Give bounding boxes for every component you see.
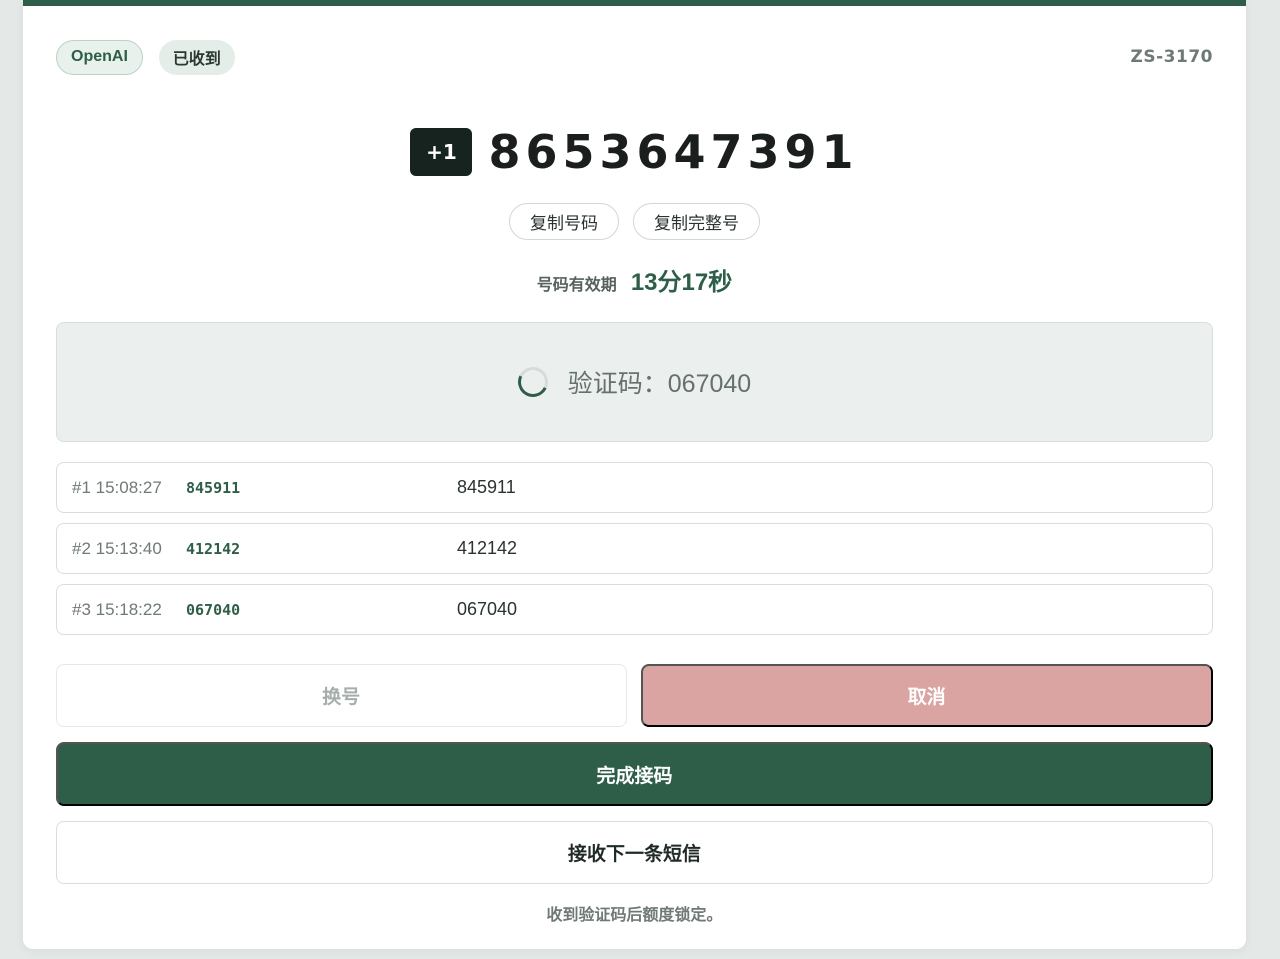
secondary-actions: 换号 取消 bbox=[56, 664, 1213, 727]
sms-meta: #2 15:13:40 bbox=[72, 538, 162, 558]
list-item: #3 15:18:22 067040 067040 bbox=[56, 584, 1213, 635]
sms-body: 845911 bbox=[457, 477, 516, 497]
phone-number: 8653647391 bbox=[488, 125, 859, 179]
activation-card: OpenAI 已收到 ZS-3170 +1 8653647391 复制号码 复制… bbox=[23, 0, 1246, 949]
cancel-button[interactable]: 取消 bbox=[640, 664, 1213, 727]
loading-spinner-icon bbox=[513, 362, 553, 402]
receive-next-sms-button[interactable]: 接收下一条短信 bbox=[56, 821, 1213, 884]
validity-label: 号码有效期 bbox=[536, 277, 617, 294]
complete-button[interactable]: 完成接码 bbox=[56, 742, 1213, 806]
sms-meta: #1 15:08:27 bbox=[72, 477, 162, 497]
code-status-text: 验证码：067040 bbox=[567, 370, 752, 398]
swap-number-button[interactable]: 换号 bbox=[56, 664, 627, 727]
footer-note: 收到验证码后额度锁定。 bbox=[546, 907, 723, 924]
sms-code: 412142 bbox=[186, 539, 241, 558]
status-tag: 已收到 bbox=[158, 39, 235, 75]
order-id: ZS-3170 bbox=[1130, 47, 1213, 67]
phone-display: +1 8653647391 bbox=[23, 125, 1246, 179]
copy-full-number-button[interactable]: 复制完整号 bbox=[633, 203, 760, 240]
validity-timer: 号码有效期 13分17秒 bbox=[23, 262, 1246, 297]
sms-list: #1 15:08:27 845911 845911 #2 15:13:40 41… bbox=[56, 462, 1213, 645]
platform-tag: OpenAI bbox=[56, 39, 143, 75]
sms-body: 412142 bbox=[457, 538, 518, 558]
copy-number-button[interactable]: 复制号码 bbox=[509, 203, 619, 240]
sms-code: 845911 bbox=[186, 478, 241, 497]
sms-code: 067040 bbox=[186, 600, 241, 619]
list-item: #2 15:13:40 412142 412142 bbox=[56, 523, 1213, 574]
copy-actions: 复制号码 复制完整号 bbox=[23, 203, 1246, 240]
country-code-badge: +1 bbox=[410, 128, 473, 176]
sms-body: 067040 bbox=[457, 599, 518, 619]
validity-countdown: 13分17秒 bbox=[630, 269, 733, 296]
card-header: OpenAI 已收到 ZS-3170 bbox=[56, 39, 1213, 75]
list-item: #1 15:08:27 845911 845911 bbox=[56, 462, 1213, 513]
code-status-panel: 验证码：067040 bbox=[56, 322, 1213, 442]
sms-meta: #3 15:18:22 bbox=[72, 599, 162, 619]
